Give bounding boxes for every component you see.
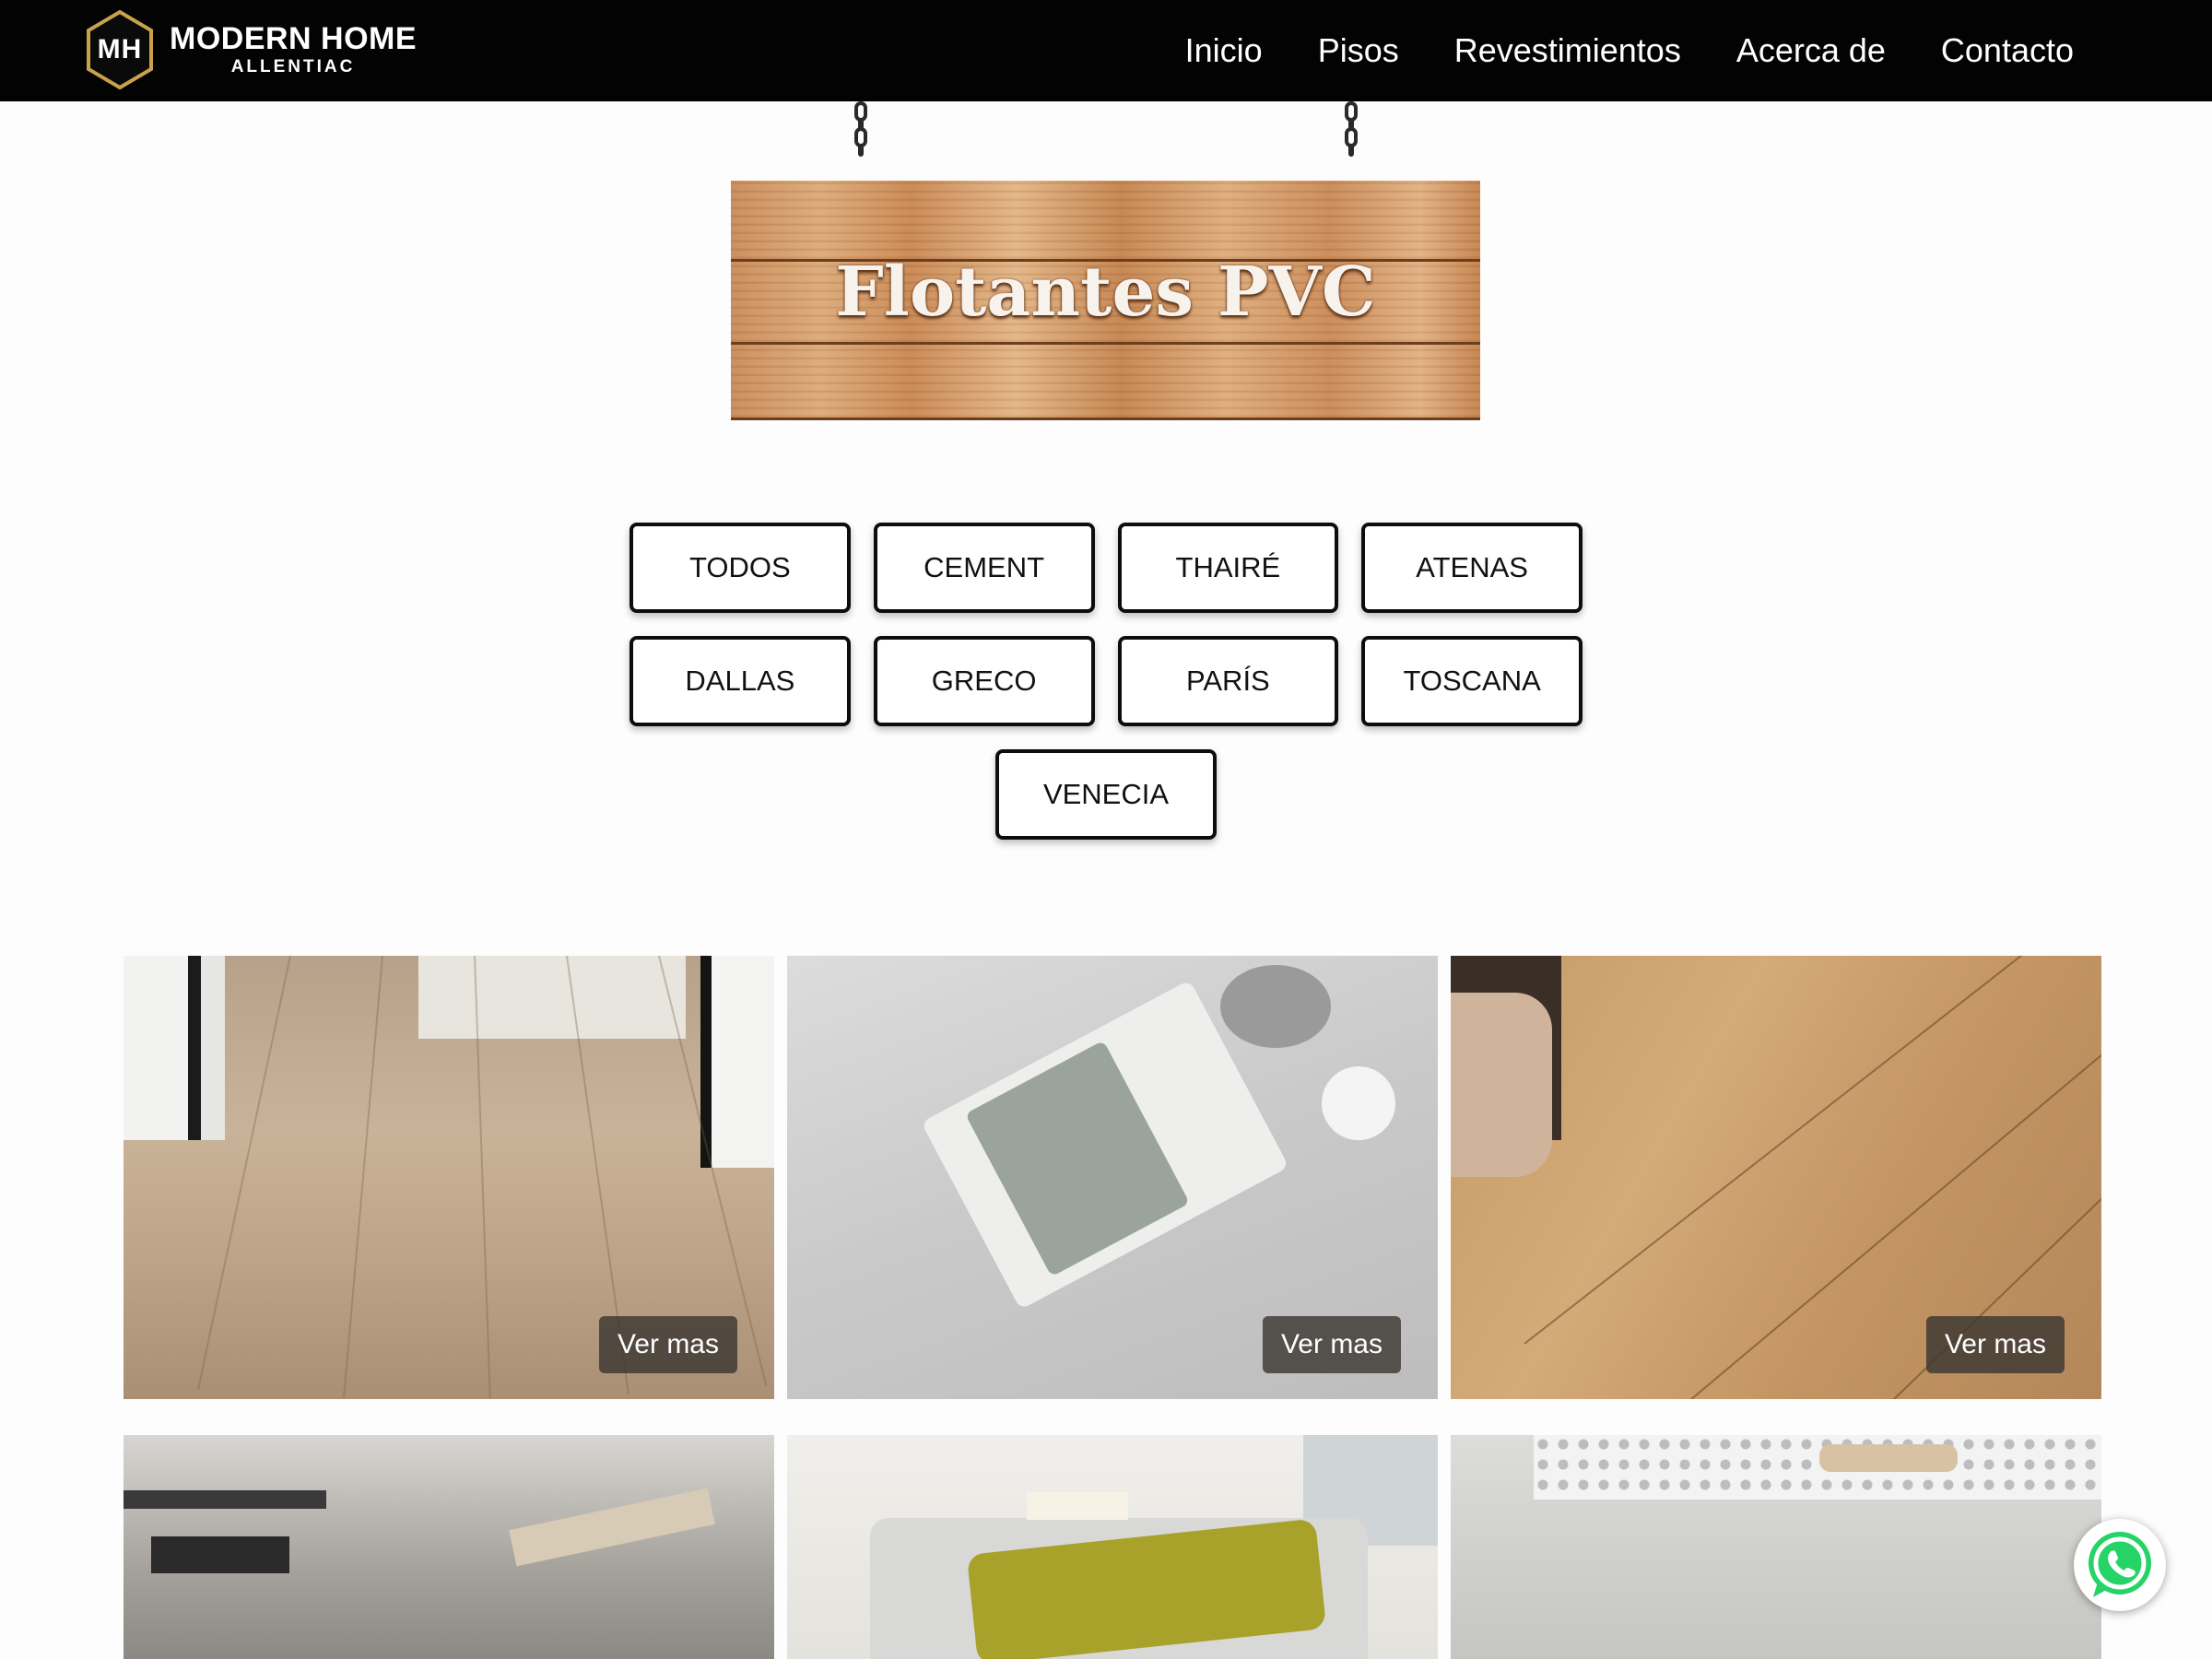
product-photo [1451,1435,2101,1659]
main-menu: Inicio Pisos Revestimientos Acerca de Co… [1130,0,2074,101]
chain-icon [852,101,870,181]
whatsapp-icon [2088,1532,2151,1597]
logo-hexagon-icon: MH [85,9,155,90]
filter-dallas-button[interactable]: DALLAS [629,636,851,726]
filter-todos-button[interactable]: TODOS [629,523,851,613]
product-card[interactable]: Ver mas [787,956,1438,1399]
chain-icon [1342,101,1360,181]
whatsapp-button[interactable] [2074,1519,2166,1611]
product-card[interactable]: Ver mas [124,956,774,1399]
ver-mas-button[interactable]: Ver mas [598,1316,737,1373]
product-card[interactable] [1451,1435,2101,1659]
wood-plank [731,345,1480,420]
hero-wood-sign: Flotantes PVC [731,181,1480,420]
nav-link-inicio[interactable]: Inicio [1185,0,1263,101]
ver-mas-button[interactable]: Ver mas [1925,1316,2065,1373]
product-card[interactable]: Ver mas [1451,956,2101,1399]
brand-subtitle: ALLENTIAC [230,57,356,76]
wood-plank [731,181,1480,262]
product-photo [787,1435,1438,1659]
ver-mas-button[interactable]: Ver mas [1262,1316,1401,1373]
nav-link-pisos[interactable]: Pisos [1318,0,1399,101]
filter-thaire-button[interactable]: THAIRÉ [1117,523,1339,613]
nav-link-acerca-de[interactable]: Acerca de [1736,0,1886,101]
filter-toscana-button[interactable]: TOSCANA [1361,636,1583,726]
filter-paris-button[interactable]: PARÍS [1117,636,1339,726]
logo-initials: MH [97,34,143,65]
filter-venecia-button[interactable]: VENECIA [995,749,1217,840]
collection-filters: TODOS CEMENT THAIRÉ ATENAS DALLAS GRECO … [629,523,1583,863]
brand-logo[interactable]: MH MODERN HOME ALLENTIAC [85,9,417,90]
page-title: Flotantes PVC [835,253,1376,332]
product-photo [124,1435,774,1659]
filter-cement-button[interactable]: CEMENT [873,523,1095,613]
filter-greco-button[interactable]: GRECO [873,636,1095,726]
brand-name: MODERN HOME [170,21,418,56]
product-card[interactable] [124,1435,774,1659]
nav-link-revestimientos[interactable]: Revestimientos [1454,0,1681,101]
product-card[interactable] [787,1435,1438,1659]
filter-atenas-button[interactable]: ATENAS [1361,523,1583,613]
top-navbar: MH MODERN HOME ALLENTIAC Inicio Pisos Re… [0,0,2212,101]
nav-link-contacto[interactable]: Contacto [1941,0,2074,101]
